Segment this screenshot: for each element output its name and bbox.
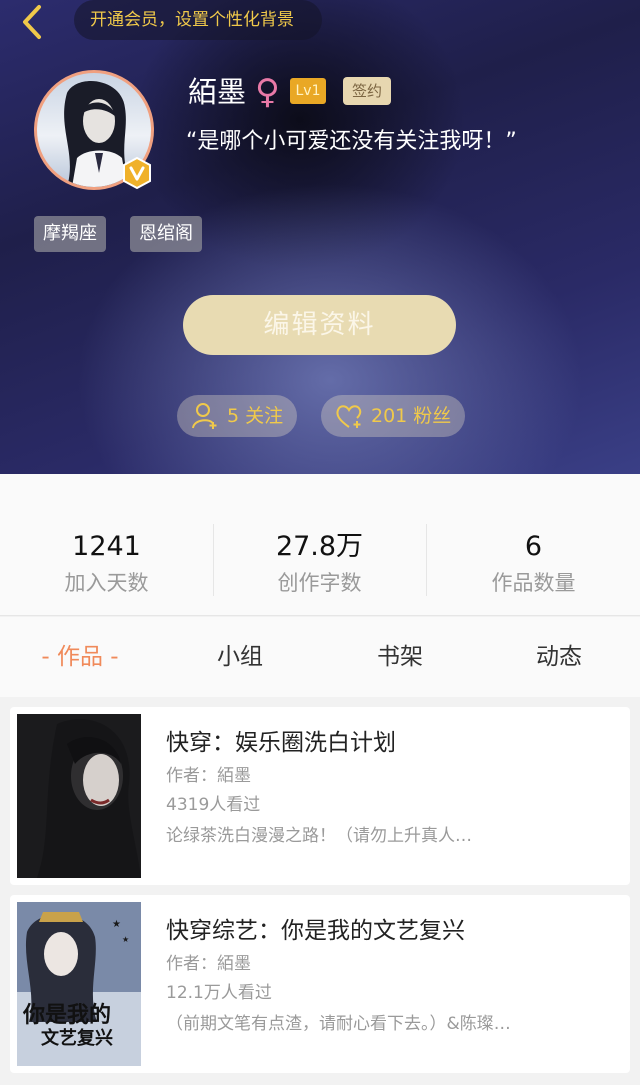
following-count: 5 关注 [227,405,284,427]
svg-text:★: ★ [122,935,129,944]
tag-zodiac: 摩羯座 [34,216,106,252]
profile-motto: “是哪个小可爱还没有关注我呀！” [186,129,517,154]
signed-badge: 签约 [343,77,391,105]
book-title[interactable]: 快穿综艺：你是我的文艺复兴 [166,915,465,947]
following-button[interactable]: 5 关注 [177,395,298,437]
book-author: 作者：絔墨 [166,766,251,786]
edit-profile-button[interactable]: 编辑资料 [183,295,456,355]
tab-activity[interactable]: 动态 [499,617,619,697]
book-author: 作者：絔墨 [166,954,251,974]
stat-days-joined: 1241 加入天数 [0,474,213,616]
heart-plus-icon [336,405,362,428]
book-summary: 论绿茶洗白漫漫之路！（请勿上升真人… [166,826,472,846]
verified-v-badge-icon [123,156,151,190]
stat-word-count: 27.8万 创作字数 [213,474,426,616]
stat-label: 作品数量 [491,571,576,595]
stat-label: 创作字数 [277,571,362,595]
tab-groups[interactable]: 小组 [180,617,300,697]
cover-title-line2: 文艺复兴 [41,1027,113,1049]
book-summary: （前期文笔有点渣，请耐心看下去。）&陈璨… [166,1014,511,1034]
book-cover-image [17,714,141,878]
profile-header: 开通会员，设置个性化背景 絔墨 ♀ Lv1 签约 “是哪个小可爱还没有关注我呀！… [0,0,640,474]
female-gender-icon: ♀ [255,72,280,112]
book-views: 4319人看过 [166,795,261,815]
book-title[interactable]: 快穿：娱乐圈洗白计划 [166,727,396,759]
book-cover-image: ★ ★ 你是我的 文艺复兴 [17,902,141,1066]
tab-works[interactable]: - 作品 - [20,617,140,697]
stats-bar: 1241 加入天数 27.8万 创作字数 6 作品数量 [0,474,640,616]
username: 絔墨 [188,75,247,109]
stat-label: 加入天数 [64,571,149,595]
svg-text:★: ★ [112,919,121,930]
book-cover[interactable] [17,714,141,878]
book-views: 12.1万人看过 [166,983,272,1003]
chevron-left-icon [23,5,41,39]
tab-bookshelf[interactable]: 书架 [340,617,460,697]
tag-group: 恩绾阁 [130,216,202,252]
fans-count: 201 粉丝 [371,405,452,427]
vip-banner[interactable]: 开通会员，设置个性化背景 [74,0,322,40]
book-cover[interactable]: ★ ★ 你是我的 文艺复兴 [17,902,141,1066]
cover-title-line1: 你是我的 [22,1002,111,1028]
level-badge: Lv1 [290,78,326,104]
stat-value: 1241 [72,531,141,562]
tab-bar: - 作品 - 小组 书架 动态 [0,617,640,697]
book-card[interactable]: 快穿：娱乐圈洗白计划 作者：絔墨 4319人看过 论绿茶洗白漫漫之路！（请勿上升… [10,707,630,885]
stat-value: 6 [524,531,543,562]
book-card[interactable]: ★ ★ 你是我的 文艺复兴 快穿综艺：你是我的文艺复兴 作者：絔墨 12.1万人… [10,895,630,1073]
user-add-icon [192,403,217,429]
back-button[interactable] [12,2,52,42]
fans-button[interactable]: 201 粉丝 [321,395,466,437]
stat-value: 27.8万 [275,531,364,562]
stat-works-count: 6 作品数量 [427,474,640,616]
